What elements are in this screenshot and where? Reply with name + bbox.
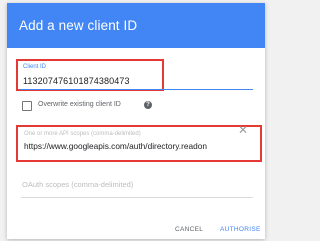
client-id-field[interactable]: Client ID 113207476101874380473 <box>16 59 164 91</box>
dialog-header: Add a new client ID <box>7 3 265 48</box>
oauth-scopes-input[interactable]: OAuth scopes (comma-delimited) <box>22 180 252 192</box>
authorise-button[interactable]: AUTHORISE <box>220 226 261 233</box>
client-id-input[interactable]: 113207476101874380473 <box>23 76 130 86</box>
scope-label: One or more API scopes (comma-delimited) <box>24 131 141 137</box>
cancel-button[interactable]: CANCEL <box>175 226 203 233</box>
add-client-id-dialog: Add a new client ID Client ID 1132074761… <box>7 3 265 239</box>
overwrite-checkbox[interactable] <box>22 101 32 111</box>
overwrite-row: Overwrite existing client ID ? <box>22 100 242 112</box>
help-circle-icon[interactable]: ? <box>144 101 152 109</box>
dialog-title: Add a new client ID <box>19 18 138 33</box>
screen-background: Add a new client ID Client ID 1132074761… <box>0 0 272 241</box>
client-id-underline <box>19 89 253 90</box>
scope-field[interactable]: One or more API scopes (comma-delimited)… <box>16 125 262 162</box>
scope-input[interactable]: https://www.googleapis.com/auth/director… <box>24 141 207 151</box>
client-id-label: Client ID <box>23 64 47 70</box>
close-icon[interactable]: ✕ <box>238 124 248 136</box>
overwrite-label: Overwrite existing client ID <box>38 101 121 108</box>
oauth-scopes-underline <box>21 197 253 198</box>
